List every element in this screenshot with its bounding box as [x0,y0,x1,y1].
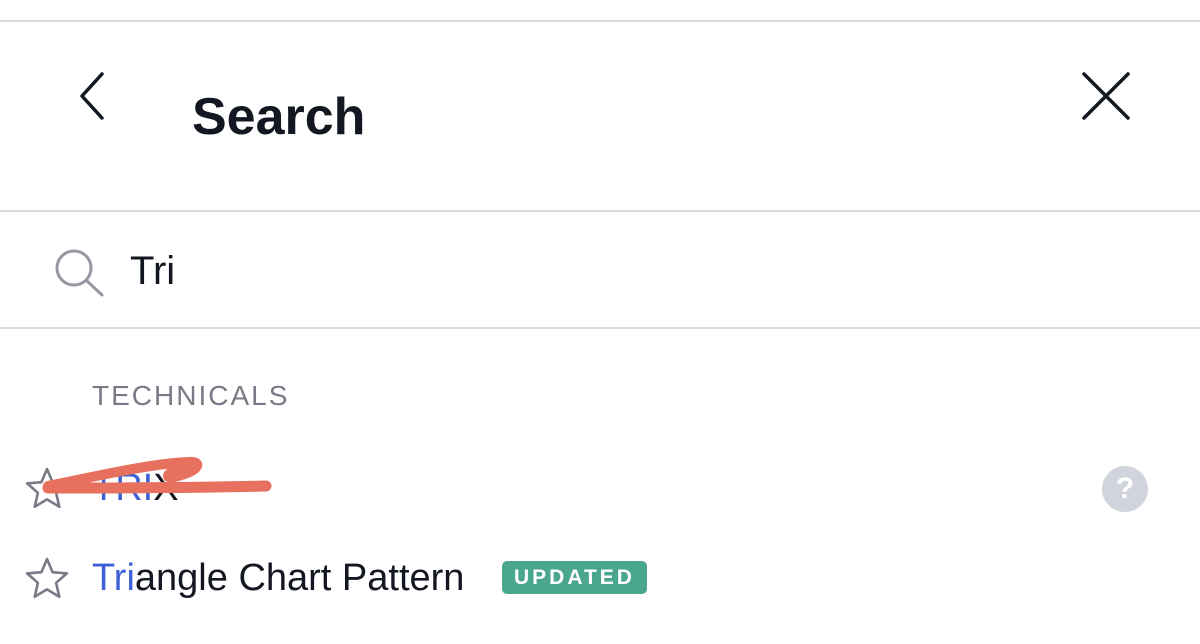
page-title: Search [192,88,366,146]
star-icon[interactable] [24,466,70,510]
close-icon [1082,72,1130,120]
search-header: Search [0,22,1200,212]
result-rest-text: angle Chart Pattern [134,557,465,599]
star-icon[interactable] [24,556,70,600]
result-match-text: TRI [92,467,154,509]
status-bar-divider [0,0,1200,22]
result-match-text: Tri [92,557,135,599]
updated-badge: UPDATED [502,561,647,594]
section-title-technicals: TECHNICALS [92,380,290,411]
result-rest-text: X [153,467,179,509]
close-button[interactable] [1074,64,1138,128]
back-button[interactable] [66,62,122,130]
result-label: Triangle Chart Pattern [92,554,464,602]
search-input[interactable] [130,243,1030,299]
search-icon [52,246,108,298]
chevron-left-icon [80,72,104,120]
result-label: TRIX [92,464,179,512]
question-mark-icon[interactable]: ? [1102,466,1148,512]
result-item-trix[interactable]: TRIX [0,452,1200,522]
